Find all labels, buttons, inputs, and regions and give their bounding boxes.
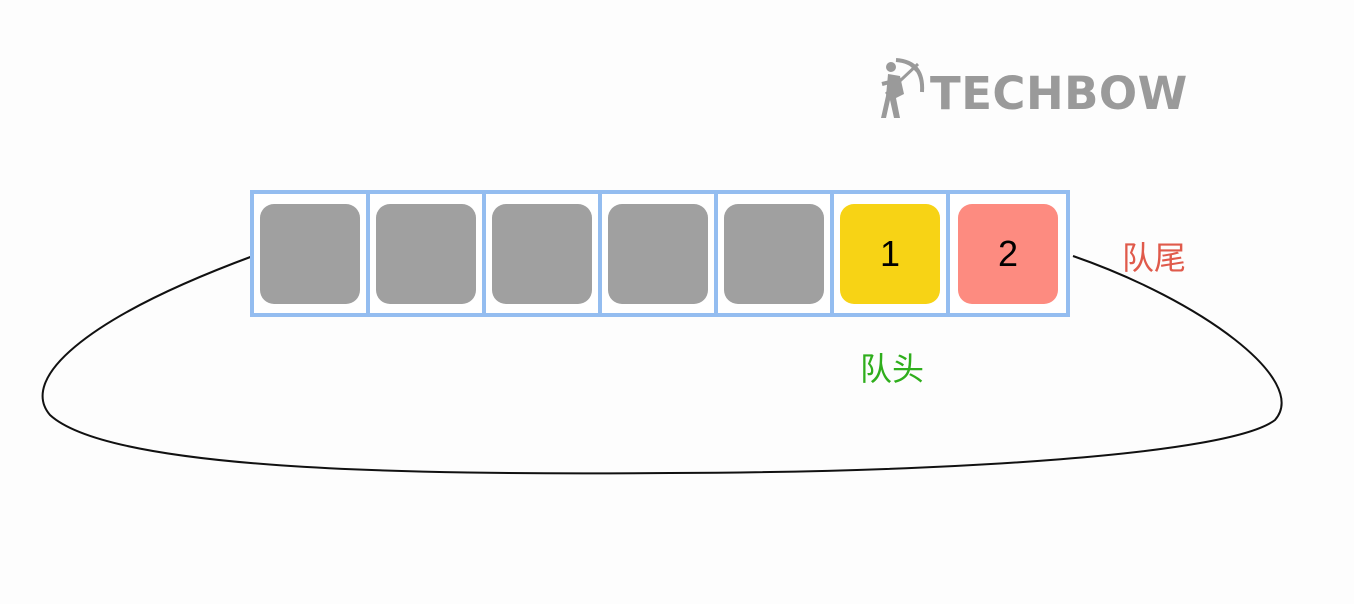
queue-slot-empty [492, 203, 592, 304]
queue-slot-tail: 2 [957, 203, 1058, 304]
techbow-logo: TECHBOW [878, 56, 1188, 126]
queue-slot-head: 1 [840, 203, 940, 304]
queue-cell: 1 [834, 194, 950, 313]
logo-text: TECHBOW [930, 66, 1188, 120]
queue-cell [486, 194, 602, 313]
queue-slot-empty [724, 203, 824, 304]
tail-label: 队尾 [1122, 240, 1187, 276]
queue-cell [718, 194, 834, 313]
queue-slot-empty [260, 203, 360, 304]
queue-array: 1 2 [250, 190, 1070, 317]
queue-cell [370, 194, 486, 313]
queue-cell: 2 [950, 194, 1066, 313]
queue-cell [254, 194, 370, 313]
queue-slot-empty [376, 203, 476, 304]
queue-slot-empty [608, 203, 708, 304]
archer-icon [878, 54, 938, 129]
head-label: 队头 [860, 351, 925, 387]
queue-cell [602, 194, 718, 313]
